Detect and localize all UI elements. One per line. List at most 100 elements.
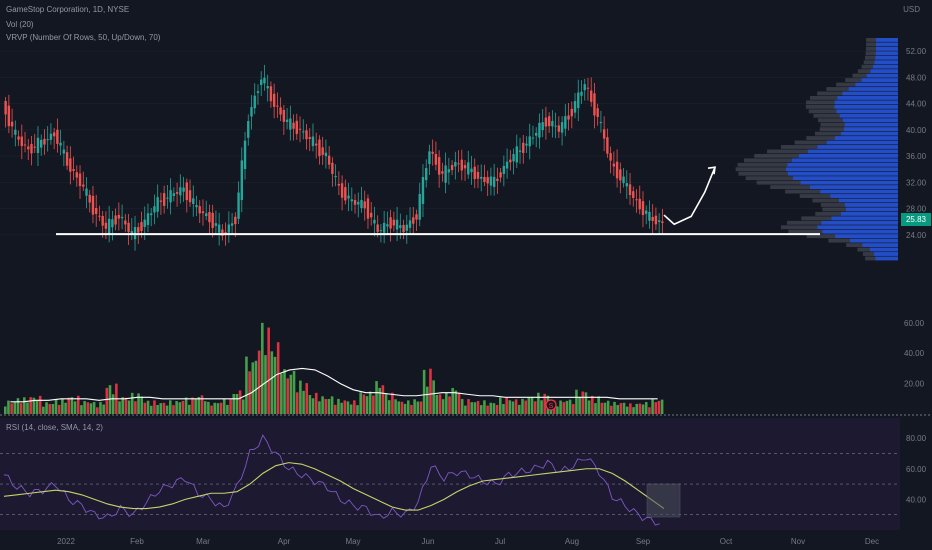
vrvp-legend[interactable]: VRVP (Number Of Rows, 50, Up/Down, 70) xyxy=(6,33,160,42)
candle-body-182 xyxy=(593,93,596,116)
rsi-tick-0: 80.00 xyxy=(906,434,927,443)
profile-row-down-43 xyxy=(861,64,873,69)
price-tick-3: 40.00 xyxy=(906,126,927,135)
volume-bar-36-0 xyxy=(460,399,464,414)
profile-row-32 xyxy=(839,113,898,118)
volume-bar-23-0 xyxy=(295,392,299,414)
candle-body-49 xyxy=(162,193,166,206)
candle-body-73 xyxy=(240,160,243,201)
volume-bar-30-3 xyxy=(394,399,397,414)
candle-body-66 xyxy=(217,224,221,233)
volume-bar-31-0 xyxy=(397,401,401,414)
volume-bar-3-2 xyxy=(48,404,51,414)
candle-body-2 xyxy=(10,121,14,127)
symbol-legend[interactable]: GameStop Corporation, 1D, NYSE xyxy=(6,5,129,14)
profile-row-1 xyxy=(873,252,898,256)
profile-row-47 xyxy=(875,46,898,51)
rsi-legend[interactable]: RSI (14, close, SMA, 14, 2) xyxy=(6,423,103,432)
volume-bar-23-2 xyxy=(302,390,305,414)
candle-body-111 xyxy=(363,201,366,209)
profile-row-down-24 xyxy=(767,149,808,154)
volume-bar-25-1 xyxy=(324,399,328,414)
profile-row-35 xyxy=(834,100,898,105)
volume-bar-33-3 xyxy=(432,380,435,414)
volume-bar-35-1 xyxy=(451,388,454,414)
volume-bar-45-3 xyxy=(584,392,588,414)
candle-body-50 xyxy=(166,197,169,199)
candle-body-19 xyxy=(65,152,69,166)
candle-body-8 xyxy=(30,143,33,154)
volume-bar-50-2 xyxy=(644,402,648,414)
candle-body-112 xyxy=(366,198,370,219)
profile-row-40 xyxy=(861,78,898,82)
candle-body-164 xyxy=(535,132,538,136)
volume-bar-49-2 xyxy=(632,407,635,414)
volume-tick-1: 40.00 xyxy=(904,349,925,358)
dividend-marker[interactable]: S xyxy=(545,399,557,411)
candle-body-143 xyxy=(467,162,470,175)
profile-row-down-33 xyxy=(808,109,837,114)
candle-body-130 xyxy=(425,168,428,181)
candle-body-78 xyxy=(256,91,260,94)
volume-legend[interactable]: Vol (20) xyxy=(6,20,34,29)
profile-row-down-49 xyxy=(866,38,876,42)
volume-bar-44-0 xyxy=(562,402,566,414)
volume-bar-5-1 xyxy=(70,397,74,414)
volume-bar-28-2 xyxy=(365,396,369,414)
candle-body-110 xyxy=(360,199,363,209)
volume-bar-42-0 xyxy=(537,392,540,414)
profile-row-37 xyxy=(842,91,898,96)
candle-body-93 xyxy=(305,130,308,140)
volume-bar-21-0 xyxy=(270,351,274,414)
volume-bar-32-3 xyxy=(419,401,423,414)
candle-body-140 xyxy=(457,163,460,165)
volume-bar-51-3 xyxy=(660,399,664,414)
volume-bar-18-1 xyxy=(235,393,239,414)
candle-body-142 xyxy=(463,165,467,169)
volume-bar-27-3 xyxy=(356,405,359,414)
volume-bar-17-2 xyxy=(226,404,229,414)
volume-bar-10-0 xyxy=(130,392,134,414)
chart-canvas[interactable]: 60.00 40.00 20.00 80.00 60.00 40.00 52.00 48.… xyxy=(0,0,932,550)
candle-body-48 xyxy=(159,200,163,202)
candle-body-157 xyxy=(512,154,515,162)
volume-bar-11-3 xyxy=(153,400,156,414)
rsi-tick-2: 40.00 xyxy=(906,495,927,504)
volume-bar-4-0 xyxy=(54,399,58,414)
volume-bar-8-0 xyxy=(105,387,109,414)
volume-bar-6-0 xyxy=(80,405,83,414)
profile-row-19 xyxy=(787,171,898,176)
candle-body-61 xyxy=(201,211,205,214)
profile-row-21 xyxy=(787,162,898,167)
profile-row-down-31 xyxy=(817,118,843,123)
volume-bar-24-0 xyxy=(308,395,312,414)
highlight-box[interactable] xyxy=(646,483,681,518)
volume-bar-21-2 xyxy=(276,342,280,414)
volume-bar-34-1 xyxy=(438,394,442,414)
profile-row-29 xyxy=(844,127,898,132)
volume-bar-46-2 xyxy=(594,403,597,414)
volume-bar-21-3 xyxy=(280,373,283,414)
candle-body-129 xyxy=(421,177,425,204)
candle-body-103 xyxy=(337,183,341,186)
time-tick-4: May xyxy=(345,537,360,546)
candle-body-30 xyxy=(101,216,104,226)
candle-body-85 xyxy=(279,107,282,115)
volume-bar-31-2 xyxy=(403,403,407,414)
candle-body-131 xyxy=(428,151,431,165)
volume-bar-24-2 xyxy=(314,392,318,414)
volume-bar-19-2 xyxy=(251,362,255,414)
candle-body-26 xyxy=(88,194,91,203)
volume-bar-48-2 xyxy=(619,403,623,414)
candle-body-10 xyxy=(36,137,40,154)
candle-body-102 xyxy=(334,175,337,178)
volume-bar-32-2 xyxy=(416,401,420,414)
profile-row-23 xyxy=(798,153,898,158)
candle-body-155 xyxy=(505,161,509,169)
profile-row-down-2 xyxy=(857,247,870,252)
candle-body-87 xyxy=(285,119,289,123)
candle-body-32 xyxy=(107,218,111,235)
volume-bar-20-1 xyxy=(261,322,264,414)
candle-body-169 xyxy=(551,121,554,127)
volume-bar-29-0 xyxy=(372,395,375,414)
